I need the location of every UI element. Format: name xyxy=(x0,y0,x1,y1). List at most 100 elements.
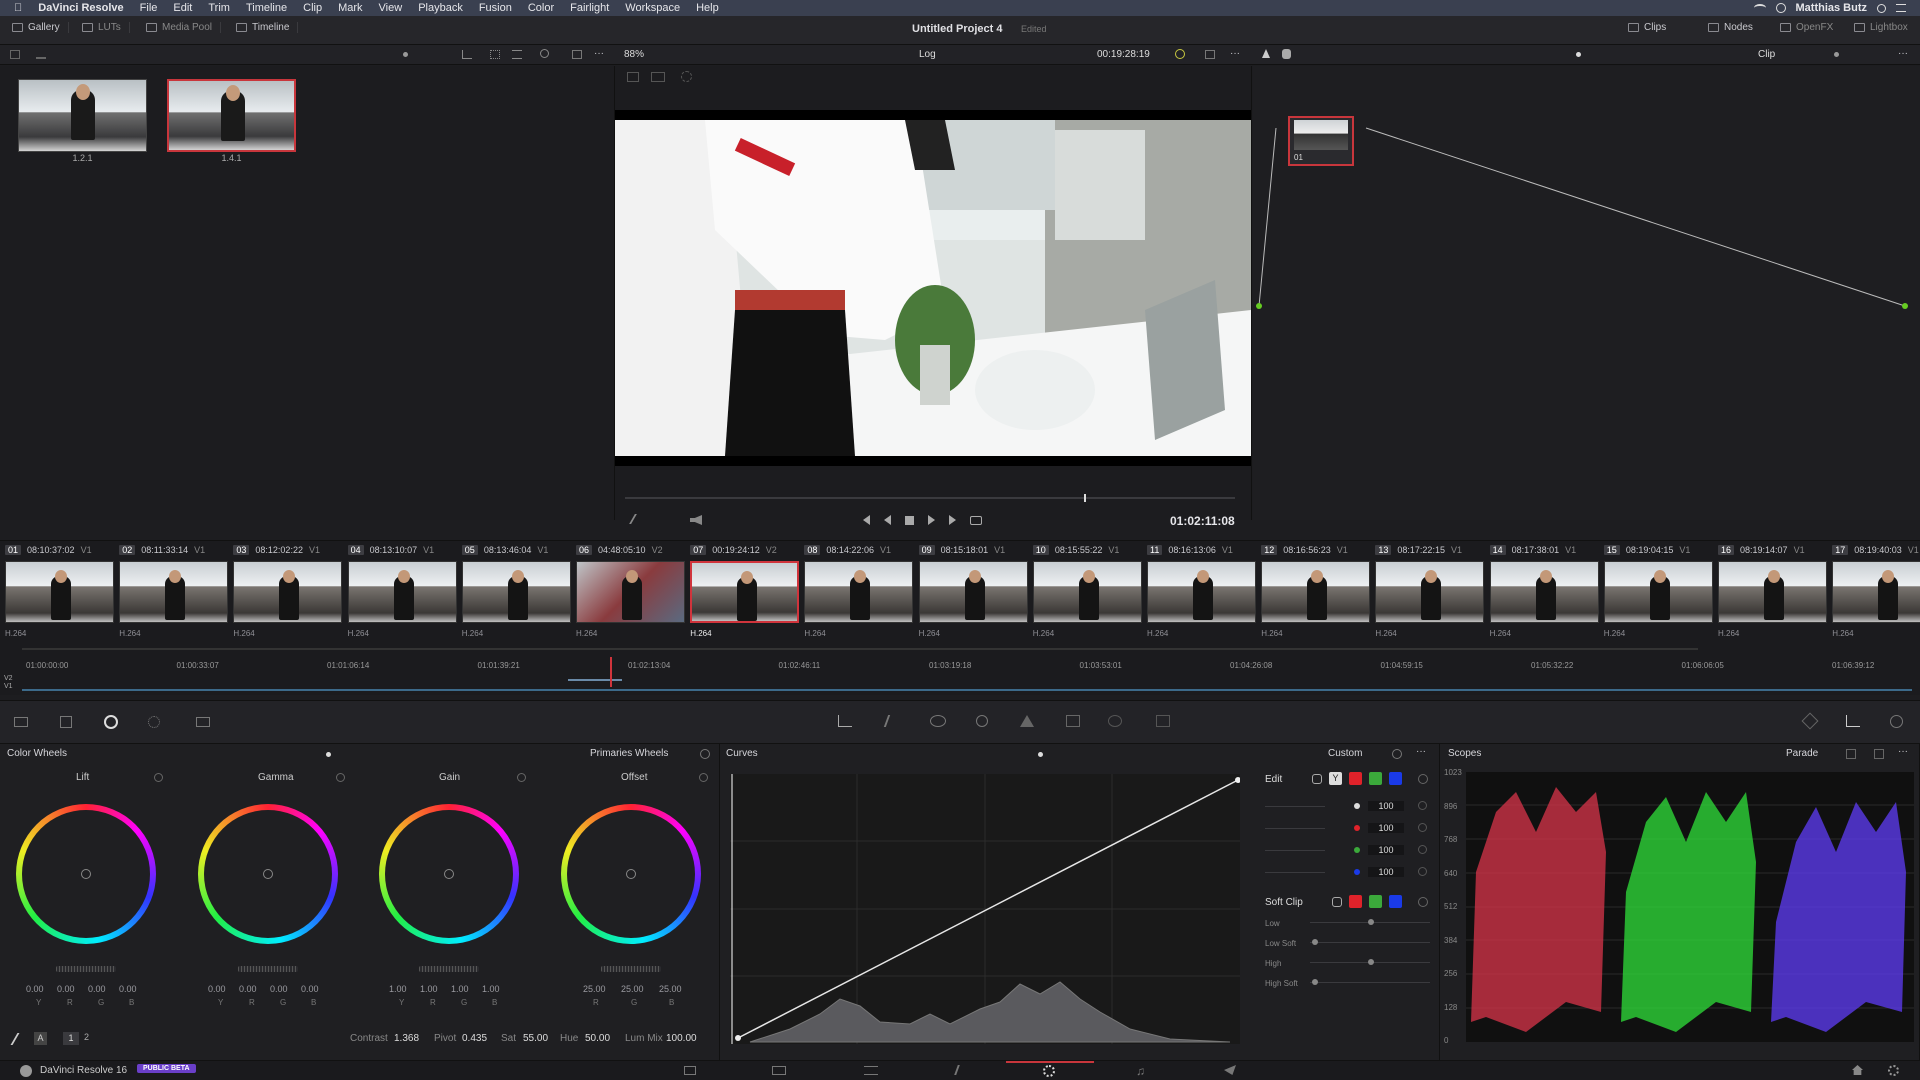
lum-mix-value[interactable]: 100.00 xyxy=(666,1033,697,1044)
apple-icon[interactable]:  xyxy=(14,2,22,14)
expand-icon[interactable] xyxy=(572,50,582,59)
wheel-value[interactable]: 0.00 xyxy=(208,984,226,994)
motion-effects-icon[interactable] xyxy=(196,717,210,727)
wheel-value[interactable]: 0.00 xyxy=(119,984,137,994)
red-channel-button[interactable] xyxy=(1349,772,1362,785)
page-edit-icon[interactable] xyxy=(864,1066,878,1075)
wifi-icon[interactable] xyxy=(1753,4,1766,12)
viewer-scrub-bar[interactable] xyxy=(625,497,1235,499)
fullscreen-icon[interactable] xyxy=(1205,50,1215,59)
clip-thumbnail[interactable] xyxy=(576,561,685,623)
jump-end-icon[interactable] xyxy=(949,515,956,525)
low-soft-slider[interactable] xyxy=(1310,942,1430,943)
gallery-view-icon[interactable] xyxy=(10,50,20,59)
page-1-button[interactable]: 1 xyxy=(63,1032,79,1045)
play-icon[interactable] xyxy=(928,515,935,525)
home-icon[interactable] xyxy=(1852,1065,1863,1075)
edit-intensity-value[interactable]: 100 xyxy=(1368,801,1404,811)
clip-thumbnail[interactable] xyxy=(461,561,571,623)
clip-thumbnail[interactable] xyxy=(5,561,114,623)
curves-reset-icon[interactable] xyxy=(1392,749,1402,759)
node-settings-dot[interactable] xyxy=(1834,52,1839,57)
hand-icon[interactable] xyxy=(1282,49,1291,59)
wheel-master-slider[interactable] xyxy=(419,966,479,972)
menu-edit[interactable]: Edit xyxy=(173,2,192,14)
wheel-reset-icon[interactable] xyxy=(699,773,708,782)
curves-icon[interactable] xyxy=(838,715,852,727)
low-soft-slider-handle[interactable] xyxy=(1312,939,1318,945)
y-channel-button[interactable]: Y xyxy=(1329,772,1342,785)
soft-clip-reset-icon[interactable] xyxy=(1418,897,1428,907)
wheel-value[interactable]: 0.00 xyxy=(270,984,288,994)
edit-reset-icon[interactable] xyxy=(1418,774,1428,784)
wheel-value[interactable]: 1.00 xyxy=(451,984,469,994)
wheel-value[interactable]: 25.00 xyxy=(583,984,606,994)
scopes-settings-icon[interactable] xyxy=(1846,749,1856,759)
clip-thumbnail[interactable] xyxy=(1489,561,1599,623)
wheel-center-handle[interactable] xyxy=(444,869,454,879)
timeline-playhead[interactable] xyxy=(610,657,612,687)
rgb-mixer-icon[interactable] xyxy=(148,716,160,728)
clip-thumbnail[interactable] xyxy=(1147,561,1256,623)
clock-icon[interactable] xyxy=(1775,3,1786,13)
green-channel-button[interactable] xyxy=(1369,772,1382,785)
luts-button[interactable]: LUTs xyxy=(74,22,130,33)
sat-value[interactable]: 55.00 xyxy=(523,1033,548,1044)
edit-intensity-slider[interactable] xyxy=(1265,828,1325,829)
sort-icon[interactable] xyxy=(462,50,472,59)
node-editor[interactable]: 01 xyxy=(1253,66,1920,520)
edit-intensity-value[interactable]: 100 xyxy=(1368,845,1404,855)
curve-graph[interactable] xyxy=(730,774,1241,1044)
pointer-icon[interactable] xyxy=(1262,49,1270,58)
link-icon[interactable] xyxy=(1312,774,1322,784)
wheel-value[interactable]: 25.00 xyxy=(659,984,682,994)
wheel-value[interactable]: 1.00 xyxy=(482,984,500,994)
menu-list-icon[interactable] xyxy=(1896,4,1906,12)
menu-file[interactable]: File xyxy=(140,2,158,14)
edit-row-reset-icon[interactable] xyxy=(1418,867,1427,876)
sizing-icon[interactable] xyxy=(1156,715,1170,727)
clip-mode[interactable]: Clip xyxy=(1758,49,1775,60)
edit-intensity-value[interactable]: 100 xyxy=(1368,867,1404,877)
magic-mask-icon[interactable] xyxy=(1020,715,1034,727)
wheel-value[interactable]: 1.00 xyxy=(389,984,407,994)
wheel-value[interactable]: 1.00 xyxy=(420,984,438,994)
gallery-options-dot[interactable] xyxy=(403,52,408,57)
wheel-value[interactable]: 25.00 xyxy=(621,984,644,994)
high-soft-slider[interactable] xyxy=(1310,982,1430,983)
list-view-icon[interactable] xyxy=(512,50,522,59)
node-01[interactable]: 01 xyxy=(1288,116,1354,166)
gallery-button[interactable]: Gallery xyxy=(4,22,69,33)
clips-button[interactable]: Clips xyxy=(1620,22,1674,33)
search-icon[interactable] xyxy=(540,49,549,58)
wheels-options-dot[interactable] xyxy=(326,752,331,757)
menu-user[interactable]: Matthias Butz xyxy=(1796,2,1868,14)
wheel-value[interactable]: 0.00 xyxy=(301,984,319,994)
high-soft-slider-handle[interactable] xyxy=(1312,979,1318,985)
clip-thumbnail[interactable] xyxy=(804,561,914,623)
refresh-icon[interactable] xyxy=(1175,49,1185,59)
auto-balance-icon[interactable] xyxy=(10,1033,30,1045)
clip-thumbnail[interactable] xyxy=(1603,561,1713,623)
edit-intensity-value[interactable]: 100 xyxy=(1368,823,1404,833)
node-options-dot[interactable] xyxy=(1576,52,1581,57)
edit-intensity-slider[interactable] xyxy=(1265,806,1325,807)
scopes-icon[interactable] xyxy=(1846,715,1860,727)
wheel-center-handle[interactable] xyxy=(81,869,91,879)
gallery-still-selected[interactable] xyxy=(167,79,296,152)
curves-more-icon[interactable]: ··· xyxy=(1416,746,1426,757)
page-cut-icon[interactable] xyxy=(772,1066,786,1075)
loop-icon[interactable] xyxy=(970,515,982,525)
lightbox-button[interactable]: Lightbox xyxy=(1846,22,1916,33)
menu-view[interactable]: View xyxy=(379,2,403,14)
soft-clip-blue-button[interactable] xyxy=(1389,895,1402,908)
window-icon[interactable] xyxy=(930,715,946,727)
highlight-icon[interactable] xyxy=(681,71,692,82)
page-deliver-icon[interactable] xyxy=(1224,1065,1236,1075)
edit-row-reset-icon[interactable] xyxy=(1418,801,1427,810)
mini-timeline[interactable]: V2 V1 01:00:00:00 01:00:33:07 01:01:06:14 0… xyxy=(0,645,1920,695)
edit-intensity-slider[interactable] xyxy=(1265,850,1325,851)
wheel-master-slider[interactable] xyxy=(56,966,116,972)
wheel-reset-icon[interactable] xyxy=(154,773,163,782)
video-frame[interactable] xyxy=(615,110,1251,466)
